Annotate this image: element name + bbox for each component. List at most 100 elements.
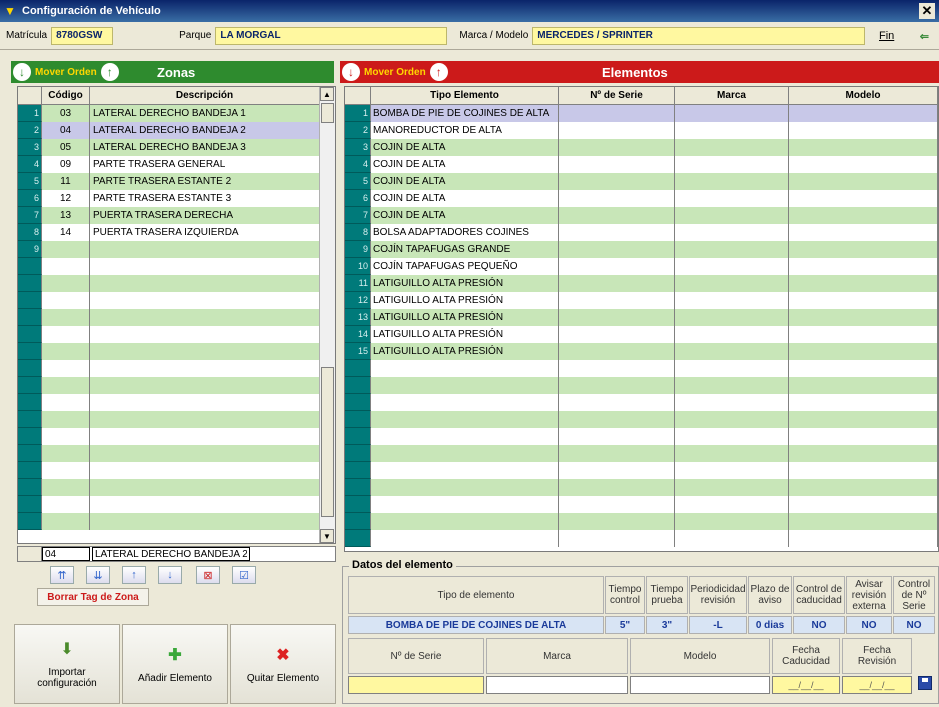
table-row[interactable]: 5 11 PARTE TRASERA ESTANTE 2	[18, 173, 335, 190]
move-down-icon[interactable]: ↓	[13, 63, 31, 81]
scroll-down-icon[interactable]: ▼	[320, 529, 334, 543]
move-row-up-button[interactable]: ↑	[122, 566, 146, 584]
table-row[interactable]: 1 BOMBA DE PIE DE COJINES DE ALTA	[345, 105, 938, 122]
quitar-elemento-button[interactable]: ✖ Quitar Elemento	[230, 624, 336, 704]
marca-cell	[675, 445, 789, 462]
table-row[interactable]	[18, 326, 335, 343]
tipo-cell	[371, 394, 559, 411]
table-row[interactable]	[18, 292, 335, 309]
marca-cell	[675, 292, 789, 309]
edit-codigo-input[interactable]	[42, 547, 90, 561]
table-row[interactable]: 14 LATIGUILLO ALTA PRESIÓN	[345, 326, 938, 343]
table-row[interactable]	[345, 428, 938, 445]
borrar-tag-button[interactable]: Borrar Tag de Zona	[37, 588, 149, 606]
table-row[interactable]	[18, 258, 335, 275]
row-number: 3	[18, 139, 42, 156]
elem-move-up-icon[interactable]: ↑	[429, 63, 448, 81]
save-button[interactable]	[915, 672, 935, 694]
arrow-up-icon: ↑	[131, 569, 137, 581]
anadir-elemento-button[interactable]: ✚ Añadir Elemento	[122, 624, 228, 704]
fecha-caducidad-input[interactable]: __/__/__	[772, 676, 840, 694]
col-tipo-header: Tipo Elemento	[371, 87, 559, 104]
marca-input[interactable]	[486, 676, 628, 694]
move-top-button[interactable]: ⇈	[50, 566, 74, 584]
table-row[interactable]: 9 COJÍN TAPAFUGAS GRANDE	[345, 241, 938, 258]
table-row[interactable]: 9	[18, 241, 335, 258]
table-row[interactable]	[18, 496, 335, 513]
table-row[interactable]	[18, 275, 335, 292]
table-row[interactable]	[345, 445, 938, 462]
v-control-caducidad: NO	[793, 616, 845, 634]
table-row[interactable]: 12 LATIGUILLO ALTA PRESIÓN	[345, 292, 938, 309]
edit-descripcion-input[interactable]	[92, 547, 250, 561]
move-row-down-button[interactable]: ↓	[158, 566, 182, 584]
table-row[interactable]	[345, 411, 938, 428]
table-row[interactable]: 7 13 PUERTA TRASERA DERECHA	[18, 207, 335, 224]
move-up-icon[interactable]: ↑	[100, 63, 119, 81]
table-row[interactable]: 5 COJIN DE ALTA	[345, 173, 938, 190]
move-bottom-button[interactable]: ⇊	[86, 566, 110, 584]
table-row[interactable]	[18, 428, 335, 445]
table-row[interactable]: 3 COJIN DE ALTA	[345, 139, 938, 156]
table-row[interactable]	[18, 360, 335, 377]
descripcion-cell	[90, 479, 320, 496]
num-serie-input[interactable]	[348, 676, 484, 694]
table-row[interactable]	[345, 530, 938, 547]
codigo-cell	[42, 462, 90, 479]
table-row[interactable]	[345, 479, 938, 496]
elem-move-down-icon[interactable]: ↓	[342, 63, 360, 81]
table-row[interactable]: 4 COJIN DE ALTA	[345, 156, 938, 173]
table-row[interactable]: 4 09 PARTE TRASERA GENERAL	[18, 156, 335, 173]
app-icon: ▼	[4, 4, 16, 18]
table-row[interactable]	[18, 394, 335, 411]
table-row[interactable]	[18, 343, 335, 360]
table-row[interactable]	[345, 462, 938, 479]
modelo-input[interactable]	[630, 676, 770, 694]
table-row[interactable]: 10 COJÍN TAPAFUGAS PEQUEÑO	[345, 258, 938, 275]
table-row[interactable]: 6 12 PARTE TRASERA ESTANTE 3	[18, 190, 335, 207]
table-row[interactable]: 2 04 LATERAL DERECHO BANDEJA 2	[18, 122, 335, 139]
table-row[interactable]: 1 03 LATERAL DERECHO BANDEJA 1	[18, 105, 335, 122]
descripcion-cell	[90, 326, 320, 343]
v-avisar-revision: NO	[846, 616, 892, 634]
table-row[interactable]: 8 14 PUERTA TRASERA IZQUIERDA	[18, 224, 335, 241]
row-number: 15	[345, 343, 371, 360]
importar-configuracion-button[interactable]: ⬇ Importar configuración	[14, 624, 120, 704]
table-row[interactable]	[345, 377, 938, 394]
delete-row-button[interactable]: ⊠	[196, 566, 220, 584]
table-row[interactable]: 15 LATIGUILLO ALTA PRESIÓN	[345, 343, 938, 360]
table-row[interactable]	[18, 513, 335, 530]
table-row[interactable]: 7 COJIN DE ALTA	[345, 207, 938, 224]
serie-cell	[559, 496, 675, 513]
table-row[interactable]: 8 BOLSA ADAPTADORES COJINES	[345, 224, 938, 241]
table-row[interactable]	[18, 309, 335, 326]
table-row[interactable]	[18, 462, 335, 479]
table-row[interactable]: 3 05 LATERAL DERECHO BANDEJA 3	[18, 139, 335, 156]
close-icon[interactable]: ✕	[919, 3, 935, 19]
fin-button[interactable]: Fin ⇐	[879, 26, 929, 46]
table-row[interactable]: 11 LATIGUILLO ALTA PRESIÓN	[345, 275, 938, 292]
codigo-cell: 13	[42, 207, 90, 224]
table-row[interactable]	[18, 411, 335, 428]
table-row[interactable]: 13 LATIGUILLO ALTA PRESIÓN	[345, 309, 938, 326]
modelo-cell	[789, 207, 938, 224]
scroll-thumb-lower[interactable]	[321, 367, 334, 517]
table-row[interactable]	[18, 445, 335, 462]
confirm-row-button[interactable]: ☑	[232, 566, 256, 584]
table-row[interactable]	[345, 394, 938, 411]
table-row[interactable]	[18, 479, 335, 496]
zonas-scrollbar[interactable]: ▲ ▼	[319, 87, 335, 543]
table-row[interactable]: 2 MANOREDUCTOR DE ALTA	[345, 122, 938, 139]
row-number	[345, 445, 371, 462]
table-row[interactable]	[18, 377, 335, 394]
descripcion-cell	[90, 275, 320, 292]
serie-cell	[559, 292, 675, 309]
fecha-revision-input[interactable]: __/__/__	[842, 676, 912, 694]
table-row[interactable]	[345, 360, 938, 377]
row-number: 12	[345, 292, 371, 309]
scroll-thumb[interactable]	[321, 103, 334, 123]
table-row[interactable]	[345, 513, 938, 530]
table-row[interactable]: 6 COJIN DE ALTA	[345, 190, 938, 207]
scroll-up-icon[interactable]: ▲	[320, 87, 334, 101]
table-row[interactable]	[345, 496, 938, 513]
